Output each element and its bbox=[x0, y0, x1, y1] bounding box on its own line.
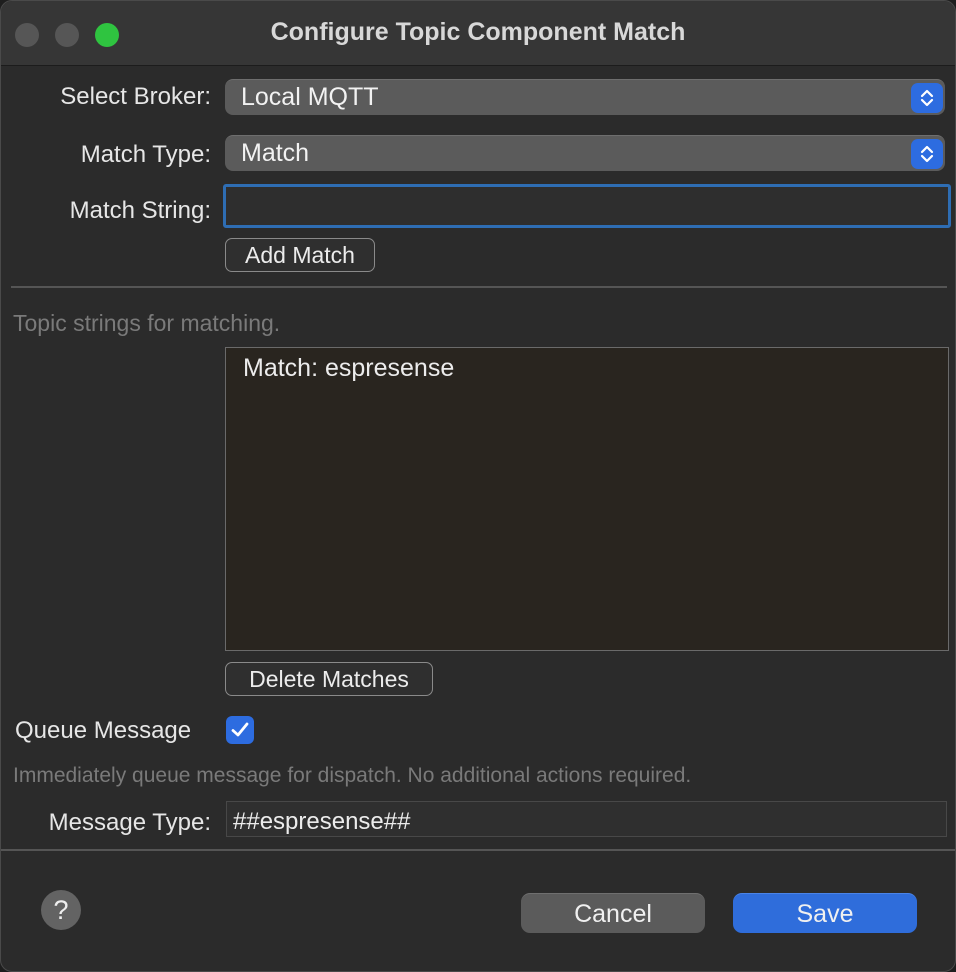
help-button[interactable]: ? bbox=[41, 890, 81, 930]
cancel-button[interactable]: Cancel bbox=[521, 893, 705, 933]
title-bar: Configure Topic Component Match bbox=[1, 1, 955, 66]
queue-message-checkbox[interactable] bbox=[226, 716, 254, 744]
broker-value: Local MQTT bbox=[241, 83, 379, 111]
window-title: Configure Topic Component Match bbox=[270, 18, 686, 46]
updown-chevron-icon bbox=[911, 83, 943, 113]
dialog-window: Configure Topic Component Match Select B… bbox=[0, 0, 956, 972]
match-type-label: Match Type: bbox=[80, 141, 211, 168]
match-string-input[interactable] bbox=[226, 187, 948, 225]
updown-chevron-icon bbox=[911, 139, 943, 169]
matches-list[interactable]: Match: espresense bbox=[225, 347, 949, 651]
message-type-field[interactable]: ##espresense## bbox=[226, 801, 947, 837]
broker-label: Select Broker: bbox=[60, 83, 211, 110]
broker-popup[interactable]: Local MQTT bbox=[225, 79, 945, 115]
match-string-label: Match String: bbox=[69, 197, 211, 224]
matches-hint: Topic strings for matching. bbox=[13, 310, 281, 336]
message-type-label: Message Type: bbox=[48, 809, 211, 836]
list-item[interactable]: Match: espresense bbox=[243, 354, 454, 383]
separator bbox=[11, 286, 947, 288]
match-type-popup[interactable]: Match bbox=[225, 135, 945, 171]
footer-separator bbox=[1, 849, 955, 851]
message-type-value: ##espresense## bbox=[233, 808, 411, 835]
add-match-button[interactable]: Add Match bbox=[225, 238, 375, 272]
save-button[interactable]: Save bbox=[733, 893, 917, 933]
queue-message-hint: Immediately queue message for dispatch. … bbox=[13, 764, 692, 787]
match-string-field[interactable] bbox=[223, 184, 951, 228]
match-type-value: Match bbox=[241, 139, 310, 167]
delete-matches-button[interactable]: Delete Matches bbox=[225, 662, 433, 696]
queue-message-label: Queue Message bbox=[15, 717, 192, 744]
checkmark-icon bbox=[231, 722, 249, 737]
